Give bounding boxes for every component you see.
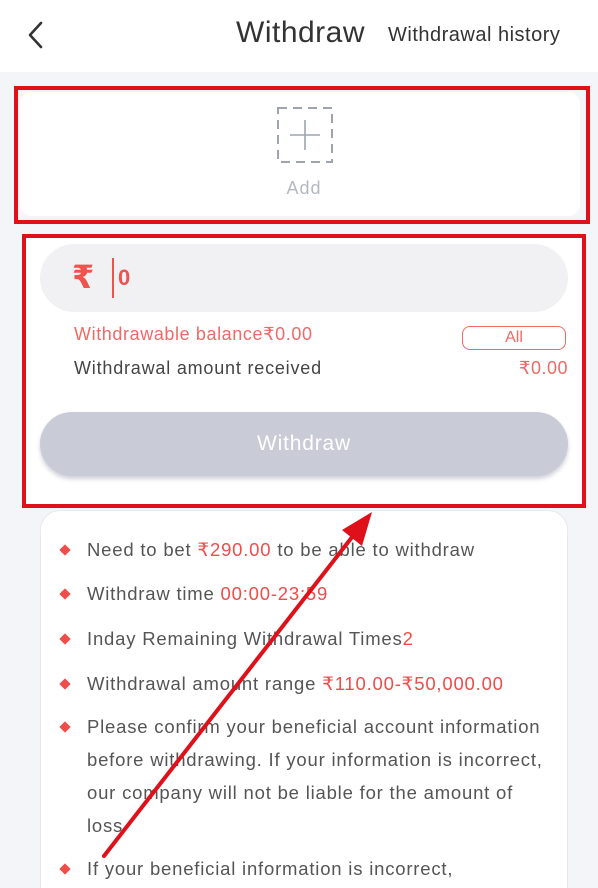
add-plus-icon[interactable] — [276, 106, 334, 164]
diamond-bullet-icon — [59, 544, 71, 556]
amount-field[interactable]: ₹ — [40, 244, 568, 312]
withdrawable-balance: Withdrawable balance₹0.00 — [74, 324, 313, 345]
rule-highlight: 00:00-23:59 — [220, 583, 329, 604]
received-label: Withdrawal amount received — [74, 358, 322, 378]
rule-item-range: Withdrawal amount range ₹110.00-₹50,000.… — [59, 667, 551, 700]
withdraw-rules-card: Need to bet ₹290.00 to be able to withdr… — [40, 510, 568, 888]
amount-input[interactable] — [112, 258, 538, 298]
rule-item-time: Withdraw time 00:00-23:59 — [59, 577, 551, 610]
add-label: Add — [286, 178, 322, 198]
rule-text: to be able to withdraw — [271, 539, 475, 560]
diamond-bullet-icon — [59, 678, 71, 690]
withdraw-amount-card: ₹ Withdrawable balance₹0.00 All Withdraw… — [22, 236, 586, 508]
withdraw-page: Withdraw Withdrawal history Add ₹ Withdr… — [0, 0, 598, 888]
rule-item-times: Inday Remaining Withdrawal Times2 — [59, 622, 551, 655]
rule-item-incorrect: If your beneficial information is incorr… — [59, 852, 551, 885]
rupee-icon: ₹ — [72, 259, 95, 295]
diamond-bullet-icon — [59, 863, 71, 875]
rule-item-confirm: Please confirm your beneficial account i… — [59, 710, 551, 842]
balance-value: ₹0.00 — [263, 324, 313, 344]
rule-text: Please confirm your beneficial account i… — [87, 716, 543, 836]
rule-highlight: ₹110.00-₹50,000.00 — [322, 673, 504, 694]
received-value: ₹0.00 — [519, 358, 568, 378]
rule-text: Inday Remaining Withdrawal Times — [87, 628, 403, 649]
all-button[interactable]: All — [462, 326, 566, 350]
diamond-bullet-icon — [59, 721, 71, 733]
page-title: Withdraw — [236, 16, 366, 49]
withdraw-button[interactable]: Withdraw — [40, 412, 568, 476]
rule-item-bet: Need to bet ₹290.00 to be able to withdr… — [59, 533, 551, 566]
diamond-bullet-icon — [59, 633, 71, 645]
rule-text: Withdrawal amount range — [87, 673, 323, 694]
balance-label: Withdrawable balance — [74, 324, 264, 344]
withdrawal-history-link[interactable]: Withdrawal history — [388, 24, 560, 47]
add-account-card[interactable]: Add — [20, 92, 580, 216]
rule-text: Need to bet — [87, 539, 198, 560]
diamond-bullet-icon — [59, 588, 71, 600]
rule-text: If your beneficial information is incorr… — [87, 858, 454, 879]
rule-highlight: ₹290.00 — [197, 539, 272, 560]
header-bar: Withdraw Withdrawal history — [0, 0, 598, 72]
rule-text: Withdraw time — [87, 583, 221, 604]
rule-highlight: 2 — [402, 628, 414, 649]
back-arrow-icon[interactable] — [22, 20, 52, 50]
